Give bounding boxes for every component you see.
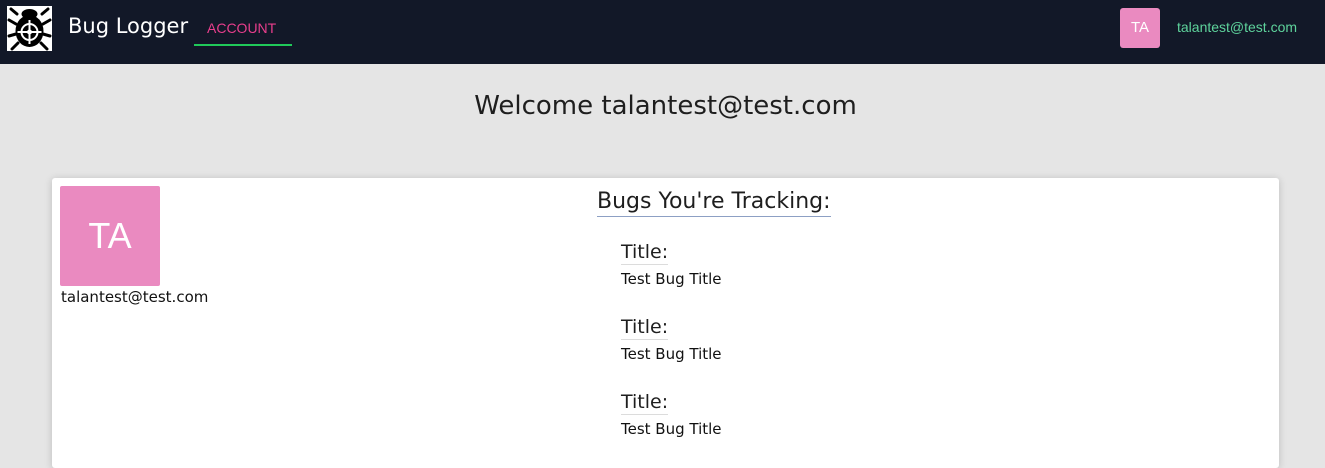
account-nav-link[interactable]: ACCOUNT — [194, 17, 292, 46]
bug-title-text: Test Bug Title — [621, 270, 722, 288]
page-title: Welcome talantest@test.com — [474, 91, 857, 121]
bug-list-item[interactable]: Title: Test Bug Title — [621, 390, 921, 439]
bug-list-item[interactable]: Title: Test Bug Title — [621, 240, 921, 289]
brand-title[interactable]: Bug Logger — [68, 11, 188, 41]
tracked-bugs-heading: Bugs You're Tracking: — [597, 188, 831, 217]
bug-title-label: Title: — [621, 241, 669, 265]
bug-logo-icon[interactable] — [7, 6, 52, 51]
bug-title-text: Test Bug Title — [621, 345, 722, 363]
account-card: TA talantest@test.com Bugs You're Tracki… — [52, 178, 1279, 468]
bug-title-label: Title: — [621, 391, 669, 415]
profile-email: talantest@test.com — [61, 288, 209, 306]
bug-title-text: Test Bug Title — [621, 420, 722, 438]
bug-title-label: Title: — [621, 316, 669, 340]
user-avatar[interactable]: TA — [1120, 8, 1160, 48]
user-email-link[interactable]: talantest@test.com — [1177, 17, 1297, 37]
bug-list-item[interactable]: Title: Test Bug Title — [621, 315, 921, 364]
navbar: Bug Logger ACCOUNT TA talantest@test.com — [0, 0, 1325, 64]
profile-avatar: TA — [60, 186, 160, 286]
